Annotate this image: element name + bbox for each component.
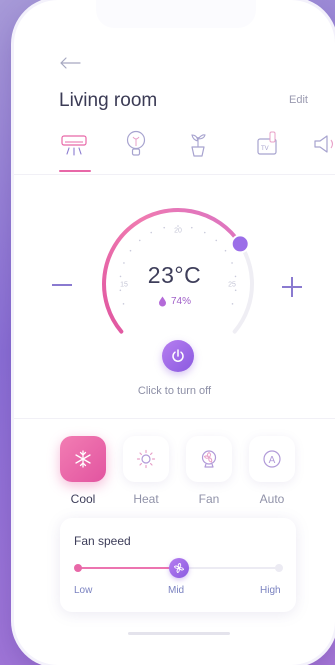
page-title: Living room xyxy=(59,90,158,111)
fan-speed-mid-label: Mid xyxy=(168,585,185,596)
device-tab-tv[interactable]: TV xyxy=(252,128,282,160)
tv-icon-text: TV xyxy=(261,146,269,152)
fan-speed-low-stop[interactable] xyxy=(74,564,82,572)
auto-icon-glyph: A xyxy=(269,455,276,466)
humidity-value: 74% xyxy=(170,296,191,307)
fan-speed-slider-fill xyxy=(78,567,179,569)
divider xyxy=(14,174,335,175)
tv-icon: TV xyxy=(257,131,277,155)
humidity-readout: 74% xyxy=(14,296,335,307)
power-button[interactable] xyxy=(162,340,194,372)
fan-speed-slider-handle[interactable] xyxy=(169,558,189,578)
home-indicator xyxy=(128,632,230,635)
dial-tick xyxy=(138,239,141,242)
mode-cool-label: Cool xyxy=(70,492,96,506)
plant-icon xyxy=(191,134,206,157)
active-device-indicator xyxy=(59,170,91,172)
mode-selector: Cool Heat Fan A Auto xyxy=(60,436,320,506)
dial-tick xyxy=(129,249,132,252)
device-tab-light[interactable] xyxy=(121,128,151,160)
dial-tick xyxy=(203,231,206,234)
dial-handle[interactable] xyxy=(230,234,250,254)
mode-heat[interactable]: Heat xyxy=(123,436,171,506)
mode-cool[interactable]: Cool xyxy=(60,436,108,506)
fan-speed-title: Fan speed xyxy=(74,534,131,548)
fan-icon xyxy=(173,563,185,573)
snowflake-icon xyxy=(75,450,91,468)
mode-heat-tile[interactable] xyxy=(123,436,169,482)
mode-auto-label: Auto xyxy=(259,492,285,506)
arrow-left-icon xyxy=(60,57,81,69)
device-tab-plant[interactable] xyxy=(183,128,213,160)
edit-button[interactable]: Edit xyxy=(289,94,308,106)
dial-tick xyxy=(190,226,193,229)
device-tab-air-conditioner[interactable] xyxy=(59,128,89,160)
divider xyxy=(14,418,335,419)
droplet-icon xyxy=(158,296,166,307)
power-hint: Click to turn off xyxy=(137,385,212,397)
dial-tick xyxy=(215,239,218,242)
mode-cool-tile[interactable] xyxy=(60,436,106,482)
scale-label-20: 20 xyxy=(174,228,182,235)
sun-icon xyxy=(136,449,156,469)
power-icon xyxy=(172,349,184,362)
light-bulb-icon xyxy=(126,130,146,156)
mode-heat-label: Heat xyxy=(133,492,159,506)
dial-tick xyxy=(224,249,227,252)
mode-auto-tile[interactable]: A xyxy=(249,436,295,482)
dial-tick xyxy=(150,231,153,234)
mode-fan-tile[interactable] xyxy=(186,436,232,482)
speaker-icon xyxy=(314,135,334,153)
device-tabs: TV xyxy=(59,128,335,174)
notch xyxy=(96,0,256,28)
mode-fan-label: Fan xyxy=(198,492,220,506)
device-tab-speaker[interactable] xyxy=(309,128,335,160)
mode-auto[interactable]: A Auto xyxy=(249,436,297,506)
phone-screen: Living room Edit TV 15 20 25 23°C 74% Cl… xyxy=(14,0,335,665)
fan-speed-low-label: Low xyxy=(74,585,93,596)
mode-fan[interactable]: Fan xyxy=(186,436,234,506)
air-conditioner-icon xyxy=(61,135,87,156)
dial-tick xyxy=(163,226,166,229)
fan-speed-card: Fan speed Low Mid High xyxy=(60,518,296,612)
fan-speed-high-stop[interactable] xyxy=(275,564,283,572)
back-button[interactable] xyxy=(58,52,82,74)
auto-icon: A xyxy=(263,450,281,468)
dial-tick xyxy=(119,289,122,292)
fan-speed-high-label: High xyxy=(260,585,281,596)
fan-icon xyxy=(201,450,217,468)
temperature-value: 23°C xyxy=(147,262,202,288)
dial-tick xyxy=(234,289,237,292)
